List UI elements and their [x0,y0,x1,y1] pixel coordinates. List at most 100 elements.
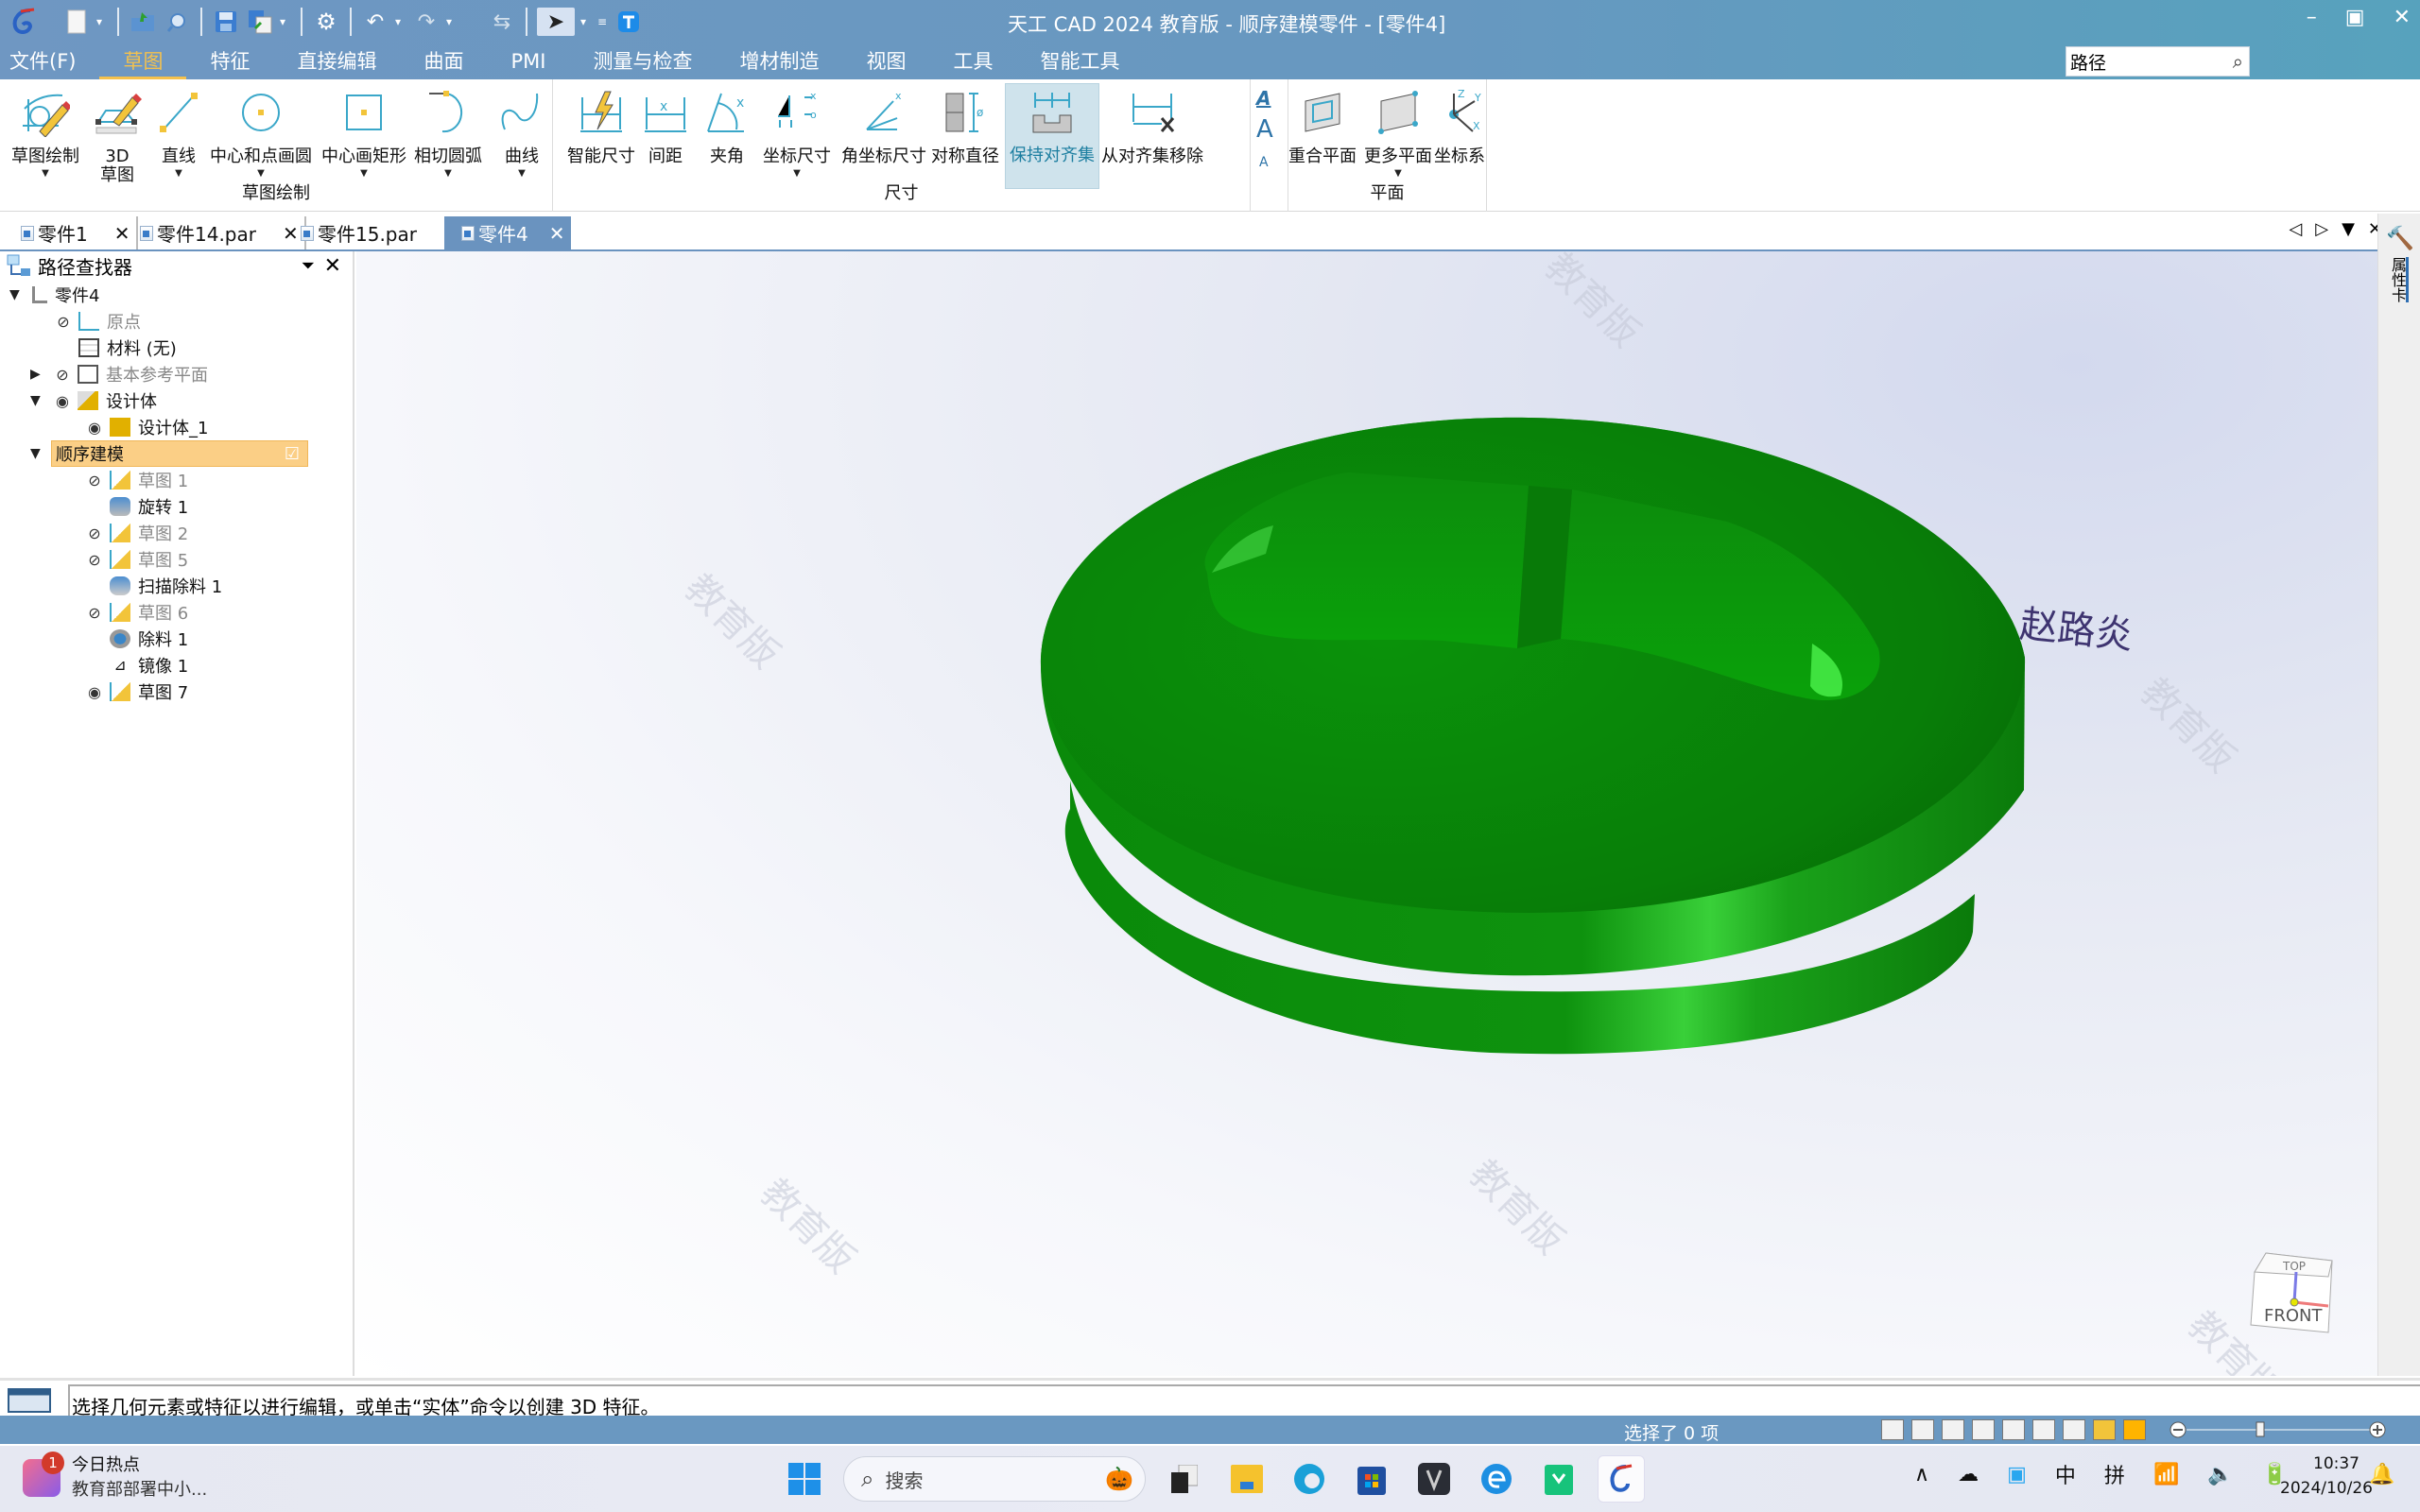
menu-file[interactable]: 文件(F) [9,43,99,79]
start-windows-icon[interactable] [781,1455,828,1503]
tiangong-cad-taskbar-icon[interactable] [1598,1455,1645,1503]
capture-icon[interactable] [1881,1419,1904,1440]
doc-tab-part15[interactable]: 零件15.par✕ [284,216,467,249]
zoom-slider[interactable] [2169,1421,2387,1438]
zoom-area-icon[interactable] [1911,1419,1934,1440]
zoom-icon[interactable] [1942,1419,1964,1440]
save-icon[interactable] [212,8,240,36]
tab-direct-edit[interactable]: 直接编辑 [273,43,400,79]
dropdown-arrow-icon[interactable]: ▼ [444,168,452,179]
close-button[interactable]: ✕ [2394,6,2411,29]
text-style-icon[interactable]: A [1256,87,1270,110]
more-planes-button[interactable]: 更多平面 ▼ [1364,85,1432,179]
view-orientation-icon[interactable] [2063,1419,2085,1440]
tree-item-sketch5[interactable]: ⊘ 草图 5 [83,546,188,573]
eye-visible-icon[interactable]: ◉ [83,683,106,701]
tab-tools[interactable]: 工具 [929,43,1016,79]
undo-icon[interactable]: ↶ [361,8,389,36]
tree-item-sweep-cut1[interactable]: 扫描除料 1 [106,573,222,599]
pan-icon[interactable] [2002,1419,2025,1440]
increase-font-icon[interactable]: A [1256,115,1273,144]
tree-item-sketch7[interactable]: ◉ 草图 7 [83,679,188,705]
green-app-icon[interactable] [1535,1455,1582,1503]
news-widget[interactable]: 1 今日热点 教育部部署中小... [23,1452,207,1503]
distance-button[interactable]: x 间距 [638,85,693,166]
eye-hidden-icon[interactable]: ⊘ [83,472,106,490]
remove-from-alignment-set-button[interactable]: 从对齐集移除 [1101,85,1203,166]
tree-item-design-body[interactable]: ▼ ◉ 设计体 [30,387,157,414]
tab-features[interactable]: 特征 [186,43,273,79]
app-logo-icon[interactable] [9,8,38,36]
tray-app-icon[interactable]: ▣ [2007,1463,2027,1486]
angular-coordinate-button[interactable]: x 角坐标尺寸 [841,85,926,166]
find-icon[interactable] [163,8,191,36]
dropdown-arrow-icon[interactable]: ▼ [1394,168,1402,179]
tree-item-revolve1[interactable]: 旋转 1 [106,493,188,520]
rotate-icon[interactable] [2032,1419,2055,1440]
dropdown-arrow-icon[interactable]: ▼ [175,168,182,179]
collapse-triangle-icon[interactable]: ▼ [30,393,51,408]
select-dropdown-icon[interactable]: ▾ [580,15,592,28]
new-dropdown-icon[interactable]: ▾ [96,15,108,28]
center-rectangle-button[interactable]: 中心画矩形 ▼ [321,85,406,179]
tree-item-sketch1[interactable]: ⊘ 草图 1 [83,467,188,493]
file-explorer-icon[interactable] [1223,1455,1270,1503]
wifi-icon[interactable]: 📶 [2153,1463,2179,1486]
close-tab-icon[interactable]: ✕ [549,222,565,245]
minimize-button[interactable]: – [2307,6,2317,29]
save-as-icon[interactable] [246,8,274,36]
display-mode-icon[interactable] [2123,1419,2146,1440]
view-cube[interactable]: TOP FRONT [2238,1234,2377,1366]
coincident-plane-button[interactable]: 重合平面 [1288,85,1357,166]
eye-visible-icon[interactable]: ◉ [83,419,106,437]
collapse-triangle-icon[interactable]: ▼ [30,446,51,461]
doc-tab-part4[interactable]: 零件4 ✕ [444,216,571,249]
ime-chinese-indicator[interactable]: 中 [2055,1459,2076,1489]
hammer-icon[interactable]: 🔨 [2386,225,2414,251]
tab-next-icon[interactable]: ▷ [2315,219,2328,239]
dropdown-arrow-icon[interactable]: ▼ [257,168,265,179]
expand-triangle-icon[interactable]: ▶ [30,367,51,382]
collapse-triangle-icon[interactable]: ▼ [9,287,30,302]
sketch-3d-button[interactable]: 3D 草图 [90,85,145,185]
tree-item-sketch6[interactable]: ⊘ 草图 6 [83,599,188,626]
tab-list-icon[interactable]: ▼ [2342,219,2355,239]
dropdown-arrow-icon[interactable]: ▼ [518,168,526,179]
ms-store-icon[interactable] [1348,1455,1395,1503]
notification-bell-icon[interactable]: 🔔 [2369,1463,2394,1486]
tab-pmi[interactable]: PMI [487,43,569,79]
sketch-draw-button[interactable]: 草图绘制 ▼ [11,85,79,179]
edge-browser-icon[interactable] [1286,1455,1333,1503]
tray-overflow-chevron[interactable]: ∧ [1914,1463,1929,1486]
3d-model[interactable] [356,251,2377,1376]
filter-icon[interactable]: ⏷ [302,256,315,276]
line-button[interactable]: 直线 ▼ [151,85,206,179]
sketch-text-annotation[interactable]: 赵路炎 [2017,593,2135,660]
volume-icon[interactable]: 🔈 [2207,1463,2233,1486]
command-search-input[interactable]: 路径 ⌕ [2066,46,2250,77]
smart-dimension-button[interactable]: 智能尺寸 [567,85,635,166]
text-t-icon[interactable] [614,8,643,36]
new-document-icon[interactable] [62,8,91,36]
tree-item-ordered-modeling[interactable]: ▼ 顺序建模 ☑ [30,440,308,467]
tree-item-cut1[interactable]: 除料 1 [106,626,188,652]
viewcube-top-label[interactable]: TOP [2282,1260,2306,1273]
task-view-icon[interactable] [1161,1455,1208,1503]
browser-e-icon[interactable] [1473,1455,1520,1503]
dropdown-arrow-icon[interactable]: ▼ [360,168,368,179]
tree-item-origin[interactable]: ⊘ 原点 [52,308,141,335]
eye-hidden-icon[interactable]: ⊘ [83,604,106,622]
eye-hidden-icon[interactable]: ⊘ [52,313,75,331]
select-tool-icon[interactable]: ➤ [537,8,575,36]
eye-hidden-icon[interactable]: ⊘ [83,524,106,542]
eye-hidden-icon[interactable]: ⊘ [51,366,74,384]
tree-item-design-body-1[interactable]: ◉ 设计体_1 [83,414,208,440]
tab-prev-icon[interactable]: ◁ [2289,219,2302,239]
tab-sketch[interactable]: 草图 [99,43,187,79]
prompt-bar-icon[interactable] [8,1388,51,1413]
save-dropdown-icon[interactable]: ▾ [280,15,291,28]
fit-icon[interactable] [1972,1419,1995,1440]
search-value[interactable]: 路径 [2070,49,2106,75]
onedrive-cloud-icon[interactable]: ☁ [1958,1463,1979,1486]
tab-smart-tools[interactable]: 智能工具 [1016,43,1143,79]
